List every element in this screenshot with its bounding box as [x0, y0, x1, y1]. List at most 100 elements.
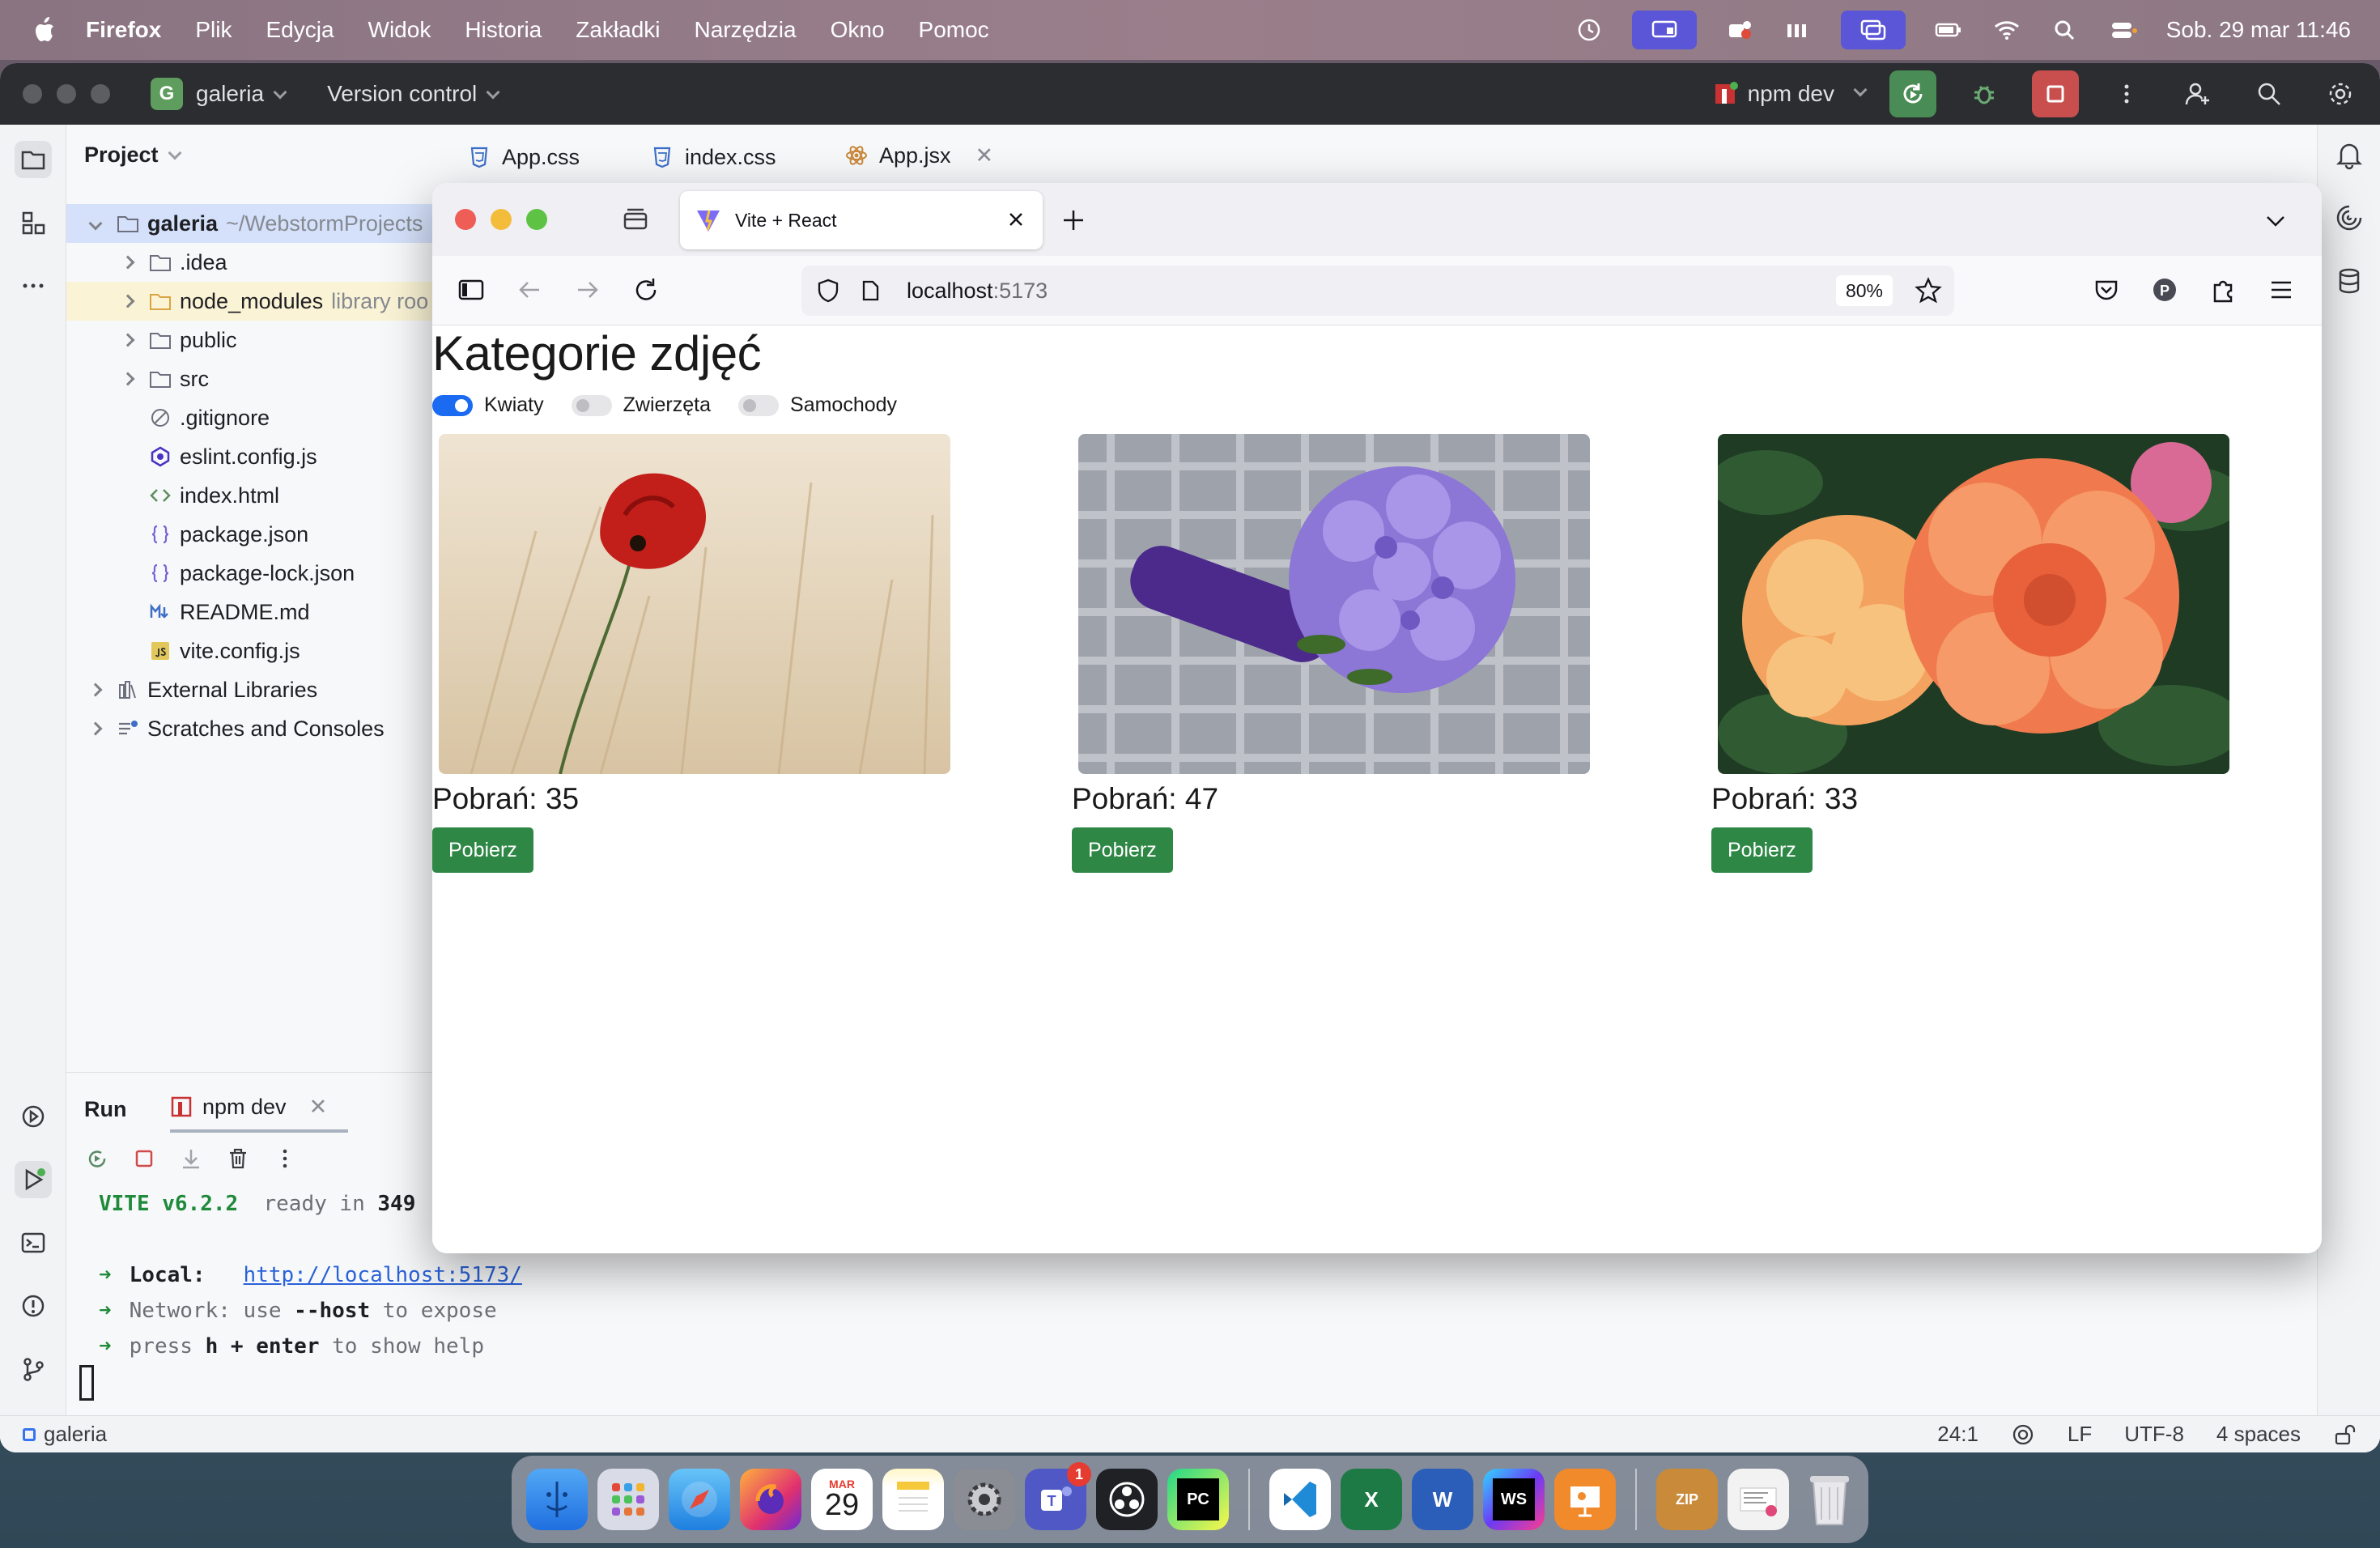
tree-item-gitignore[interactable]: .gitignore [66, 398, 447, 437]
run-config-selector[interactable]: npm dev [1712, 81, 1868, 107]
filter-label-kwiaty[interactable]: Kwiaty [484, 393, 544, 417]
screen-time-icon[interactable] [1574, 16, 1604, 44]
tree-item-vite-config[interactable]: vite.config.js [66, 632, 447, 670]
debug-button[interactable] [1961, 70, 2008, 117]
firefox-dock-icon[interactable] [740, 1469, 801, 1530]
menu-narzedzia[interactable]: Narzędzia [695, 17, 797, 43]
zip-folder-dock-icon[interactable]: ZIP [1656, 1469, 1718, 1530]
spotlight-search-icon[interactable] [2050, 16, 2080, 44]
firefox-window-controls[interactable] [455, 209, 547, 230]
toggle-zwierzeta[interactable] [571, 394, 612, 416]
documents-stack-dock-icon[interactable] [1728, 1469, 1789, 1530]
sidebar-icon[interactable] [455, 274, 487, 306]
project-switcher[interactable]: galeria [196, 81, 287, 107]
terminal-tool-icon[interactable] [15, 1224, 52, 1261]
page-info-icon[interactable] [858, 279, 882, 303]
project-tool-icon[interactable] [15, 141, 52, 178]
structure-tool-icon[interactable] [15, 204, 52, 241]
problems-tool-icon[interactable] [15, 1287, 52, 1325]
run-tool-icon[interactable] [15, 1161, 52, 1198]
keynote-dock-icon[interactable] [1554, 1469, 1616, 1530]
word-dock-icon[interactable]: W [1412, 1469, 1473, 1530]
tab-app-css[interactable]: App.css [468, 125, 580, 189]
close-window-button[interactable] [455, 209, 476, 230]
tree-item-scratches[interactable]: Scratches and Consoles [66, 709, 447, 748]
settings-button[interactable] [2317, 70, 2364, 117]
tree-item-src[interactable]: src [66, 359, 447, 398]
tree-item-eslint[interactable]: eslint.config.js [66, 437, 447, 476]
run-tab-npm-dev[interactable]: npm dev ✕ [170, 1084, 349, 1133]
stats-icon[interactable] [1783, 16, 1813, 44]
obs-dock-icon[interactable] [1096, 1469, 1158, 1530]
tree-root[interactable]: galeria ~/WebstormProjects [66, 204, 447, 243]
filter-label-zwierzeta[interactable]: Zwierzęta [623, 393, 711, 417]
battery-icon[interactable] [1933, 16, 1964, 44]
notes-dock-icon[interactable] [882, 1469, 944, 1530]
more-tools-icon[interactable] [15, 267, 52, 304]
hamburger-menu-icon[interactable] [2265, 274, 2297, 306]
menu-plik[interactable]: Plik [195, 17, 232, 43]
tree-item-index-html[interactable]: index.html [66, 476, 447, 515]
vscode-dock-icon[interactable] [1269, 1469, 1331, 1530]
firefox-view-icon[interactable] [620, 204, 651, 235]
menu-okno[interactable]: Okno [831, 17, 885, 43]
more-actions-button[interactable] [2103, 70, 2150, 117]
stop-button[interactable] [2032, 70, 2079, 117]
tree-item-idea[interactable]: .idea [66, 243, 447, 282]
filter-label-samochody[interactable]: Samochody [790, 393, 897, 417]
tree-item-readme[interactable]: README.md [66, 593, 447, 632]
close-tab-icon[interactable]: ✕ [309, 1095, 328, 1120]
add-user-button[interactable] [2174, 70, 2221, 117]
tree-item-package-json[interactable]: package.json [66, 515, 447, 554]
file-encoding[interactable]: UTF-8 [2124, 1422, 2184, 1447]
menu-clock[interactable]: Sob. 29 mar 11:46 [2166, 17, 2351, 43]
safari-dock-icon[interactable] [669, 1469, 730, 1530]
unlock-icon[interactable] [2333, 1423, 2356, 1446]
new-tab-icon[interactable] [1059, 206, 1088, 235]
ai-assistant-icon[interactable] [2334, 202, 2365, 233]
webstorm-dock-icon[interactable]: WS [1483, 1469, 1545, 1530]
close-tab-icon[interactable] [1005, 209, 1026, 230]
extensions-icon[interactable] [2207, 274, 2239, 306]
download-button[interactable]: Pobierz [432, 827, 533, 873]
menu-edycja[interactable]: Edycja [266, 17, 334, 43]
pycharm-dock-icon[interactable]: PC [1167, 1469, 1229, 1530]
url-bar[interactable]: localhost:5173 80% [801, 266, 1954, 316]
line-separator[interactable]: LF [2068, 1422, 2092, 1447]
ai-status-icon[interactable] [2011, 1423, 2035, 1447]
control-center-icon[interactable] [2108, 16, 2139, 44]
tab-list-chevron-icon[interactable] [2262, 207, 2289, 235]
status-project[interactable]: galeria [23, 1422, 107, 1447]
tree-item-node-modules[interactable]: node_modules library roo [66, 282, 447, 321]
close-tab-icon[interactable]: ✕ [975, 143, 994, 168]
tree-item-package-lock[interactable]: package-lock.json [66, 554, 447, 593]
menu-pomoc[interactable]: Pomoc [919, 17, 989, 43]
back-arrow-icon[interactable] [513, 274, 546, 306]
teams-tray-icon[interactable] [1724, 16, 1755, 44]
database-icon[interactable] [2334, 266, 2365, 296]
menu-historia[interactable]: Historia [465, 17, 542, 43]
indent-setting[interactable]: 4 spaces [2216, 1422, 2301, 1447]
calendar-dock-icon[interactable]: MAR 29 [811, 1469, 873, 1530]
git-tool-icon[interactable] [15, 1350, 52, 1388]
scroll-to-end-icon[interactable] [178, 1146, 204, 1172]
pocket-icon[interactable] [2090, 274, 2123, 306]
zoom-indicator[interactable]: 80% [1835, 275, 1893, 306]
bookmark-star-icon[interactable] [1914, 276, 1943, 305]
mirror-display-icon[interactable] [1840, 11, 1906, 49]
ide-window-controls[interactable] [23, 84, 110, 104]
toggle-samochody[interactable] [738, 394, 780, 416]
rerun-icon[interactable] [84, 1146, 110, 1172]
reload-icon[interactable] [630, 274, 662, 306]
finder-dock-icon[interactable] [526, 1469, 588, 1530]
menu-widok[interactable]: Widok [368, 17, 431, 43]
stop-icon[interactable] [131, 1146, 157, 1172]
console-cursor[interactable] [79, 1364, 94, 1401]
browser-tab-vite-react[interactable]: Vite + React [680, 191, 1043, 249]
screen-share-icon[interactable] [1631, 11, 1697, 49]
minimize-window-button[interactable] [491, 209, 512, 230]
tab-app-jsx[interactable]: App.jsx ✕ [845, 125, 994, 189]
version-control-menu[interactable]: Version control [327, 81, 500, 107]
download-button[interactable]: Pobierz [1072, 827, 1173, 873]
project-pane-header[interactable]: Project [84, 142, 182, 168]
